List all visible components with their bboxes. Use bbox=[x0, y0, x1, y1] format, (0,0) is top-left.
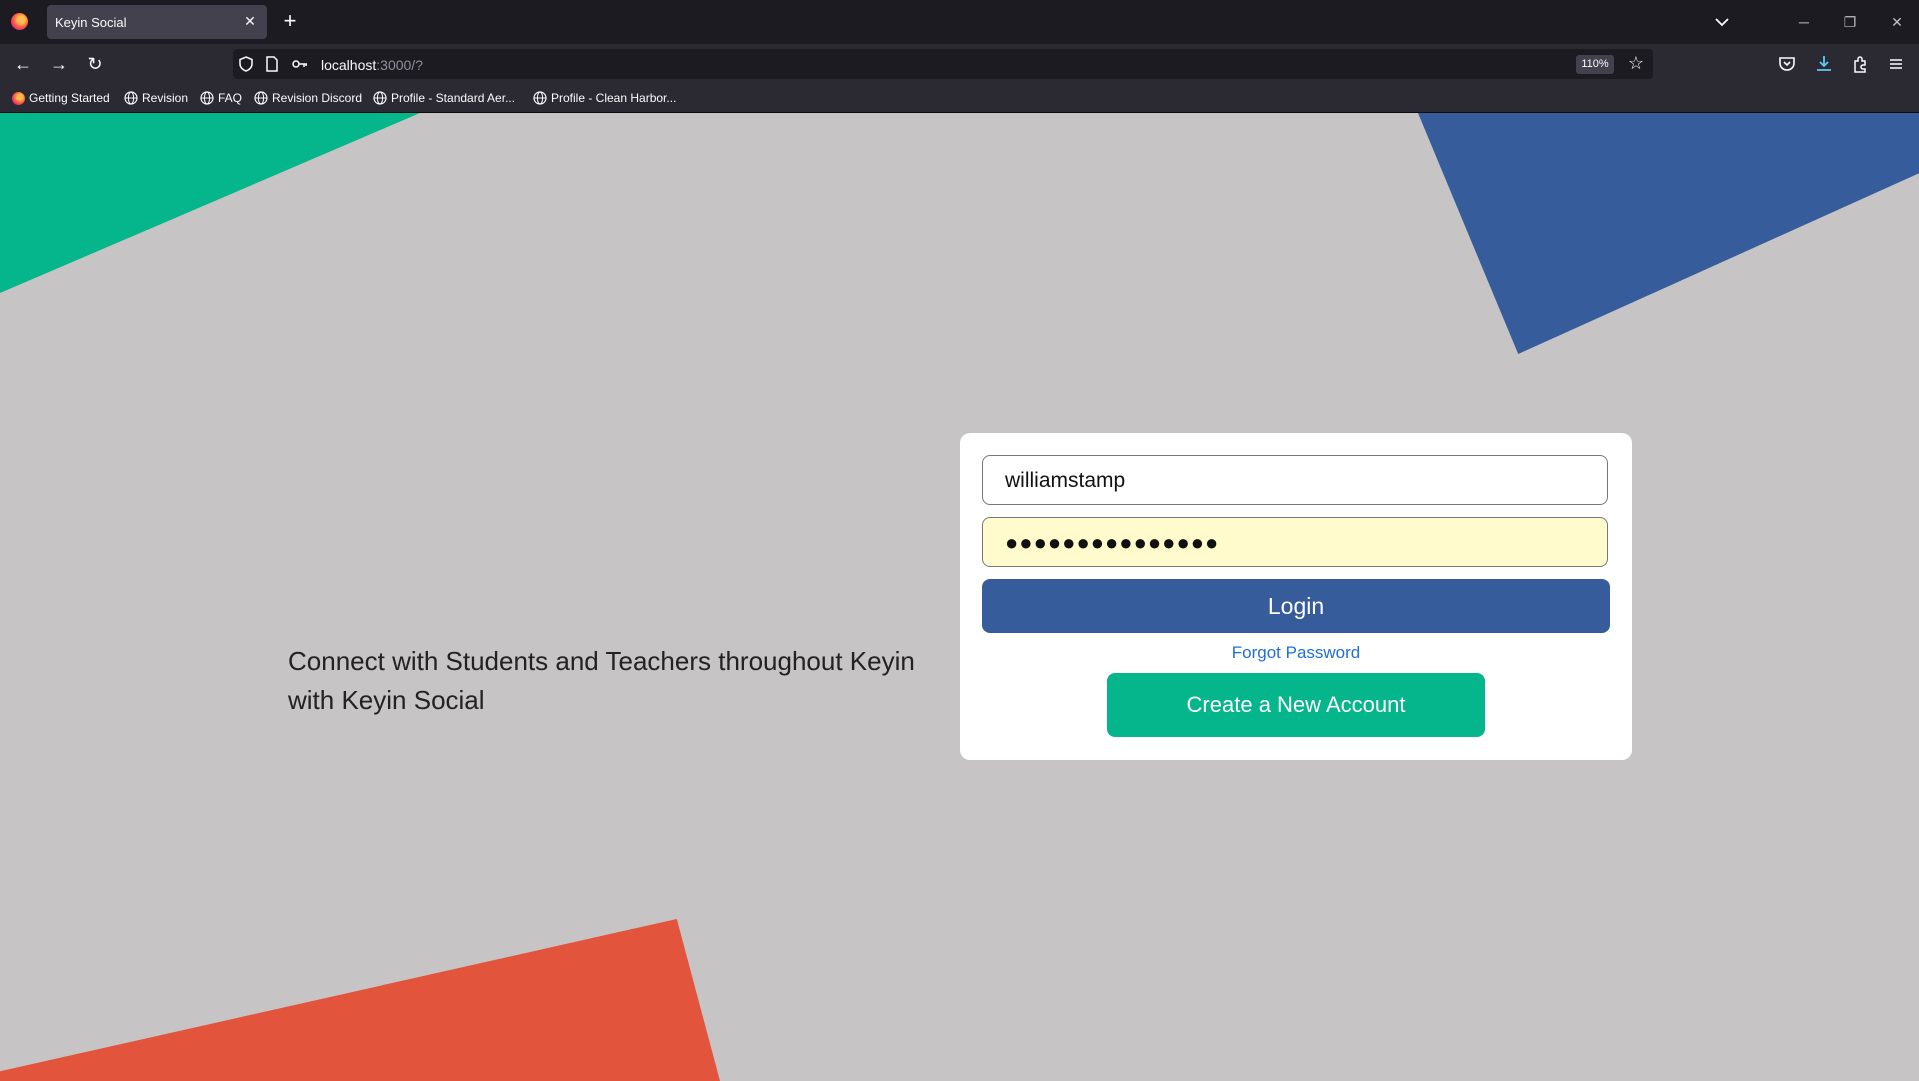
shield-icon[interactable] bbox=[237, 55, 255, 73]
close-window-icon[interactable]: ✕ bbox=[1885, 10, 1909, 34]
bookmark-getting-started[interactable]: Getting Started bbox=[12, 89, 110, 107]
downloads-icon[interactable] bbox=[1813, 53, 1835, 75]
pocket-icon[interactable] bbox=[1776, 53, 1798, 75]
navigation-bar: ← → ↻ localhost:3000/? 110% ☆ bbox=[0, 44, 1919, 84]
username-input[interactable]: williamstamp bbox=[982, 455, 1608, 505]
bookmark-revision-discord[interactable]: Revision Discord bbox=[254, 89, 362, 107]
restore-icon[interactable]: ❐ bbox=[1838, 10, 1862, 34]
firefox-icon bbox=[12, 91, 25, 105]
bookmark-profile-clean-harbor[interactable]: Profile - Clean Harbor... bbox=[533, 89, 676, 107]
menu-icon[interactable] bbox=[1885, 53, 1907, 75]
bookmark-profile-standard[interactable]: Profile - Standard Aer... bbox=[373, 89, 515, 107]
page-viewport: Connect with Students and Teachers throu… bbox=[0, 113, 1919, 1081]
tab-keyin-social[interactable]: Keyin Social ✕ bbox=[47, 5, 267, 39]
password-input[interactable]: ●●●●●●●●●●●●●●● bbox=[982, 517, 1608, 567]
tagline-text: Connect with Students and Teachers throu… bbox=[288, 646, 915, 715]
globe-icon bbox=[124, 91, 138, 105]
login-button[interactable]: Login bbox=[982, 579, 1610, 633]
url-text[interactable]: localhost:3000/? bbox=[321, 57, 423, 73]
forgot-password-link[interactable]: Forgot Password bbox=[960, 643, 1632, 663]
key-icon[interactable] bbox=[291, 55, 309, 73]
bookmark-star-icon[interactable]: ☆ bbox=[1626, 53, 1646, 73]
create-account-button[interactable]: Create a New Account bbox=[1107, 673, 1485, 737]
globe-icon bbox=[533, 91, 547, 105]
decorative-red-shape bbox=[0, 919, 720, 1081]
address-bar[interactable]: localhost:3000/? 110% ☆ bbox=[233, 49, 1653, 79]
reload-icon[interactable]: ↻ bbox=[83, 52, 107, 76]
bookmarks-toolbar: Getting Started Revision FAQ Revision Di… bbox=[0, 84, 1919, 113]
bookmark-faq[interactable]: FAQ bbox=[200, 89, 242, 107]
tab-bar: Keyin Social ✕ + ─ ❐ ✕ bbox=[0, 0, 1919, 44]
bookmark-revision[interactable]: Revision bbox=[124, 89, 188, 107]
chevron-down-icon[interactable] bbox=[1712, 12, 1732, 32]
globe-icon bbox=[200, 91, 214, 105]
decorative-green-shape bbox=[0, 113, 420, 293]
extensions-icon[interactable] bbox=[1849, 53, 1871, 75]
minimize-icon[interactable]: ─ bbox=[1792, 10, 1816, 34]
new-tab-icon[interactable]: + bbox=[280, 10, 300, 32]
back-arrow-icon[interactable]: ← bbox=[11, 52, 35, 76]
globe-icon bbox=[373, 91, 387, 105]
login-card: williamstamp ●●●●●●●●●●●●●●● Login Forgo… bbox=[960, 433, 1632, 760]
tab-title: Keyin Social bbox=[55, 15, 127, 30]
globe-icon bbox=[254, 91, 268, 105]
page-icon[interactable] bbox=[263, 55, 281, 73]
zoom-level-badge[interactable]: 110% bbox=[1576, 55, 1614, 74]
close-tab-icon[interactable]: ✕ bbox=[241, 12, 259, 30]
firefox-icon[interactable] bbox=[11, 13, 28, 30]
decorative-blue-shape bbox=[1418, 113, 1919, 354]
forward-arrow-icon[interactable]: → bbox=[47, 52, 71, 76]
